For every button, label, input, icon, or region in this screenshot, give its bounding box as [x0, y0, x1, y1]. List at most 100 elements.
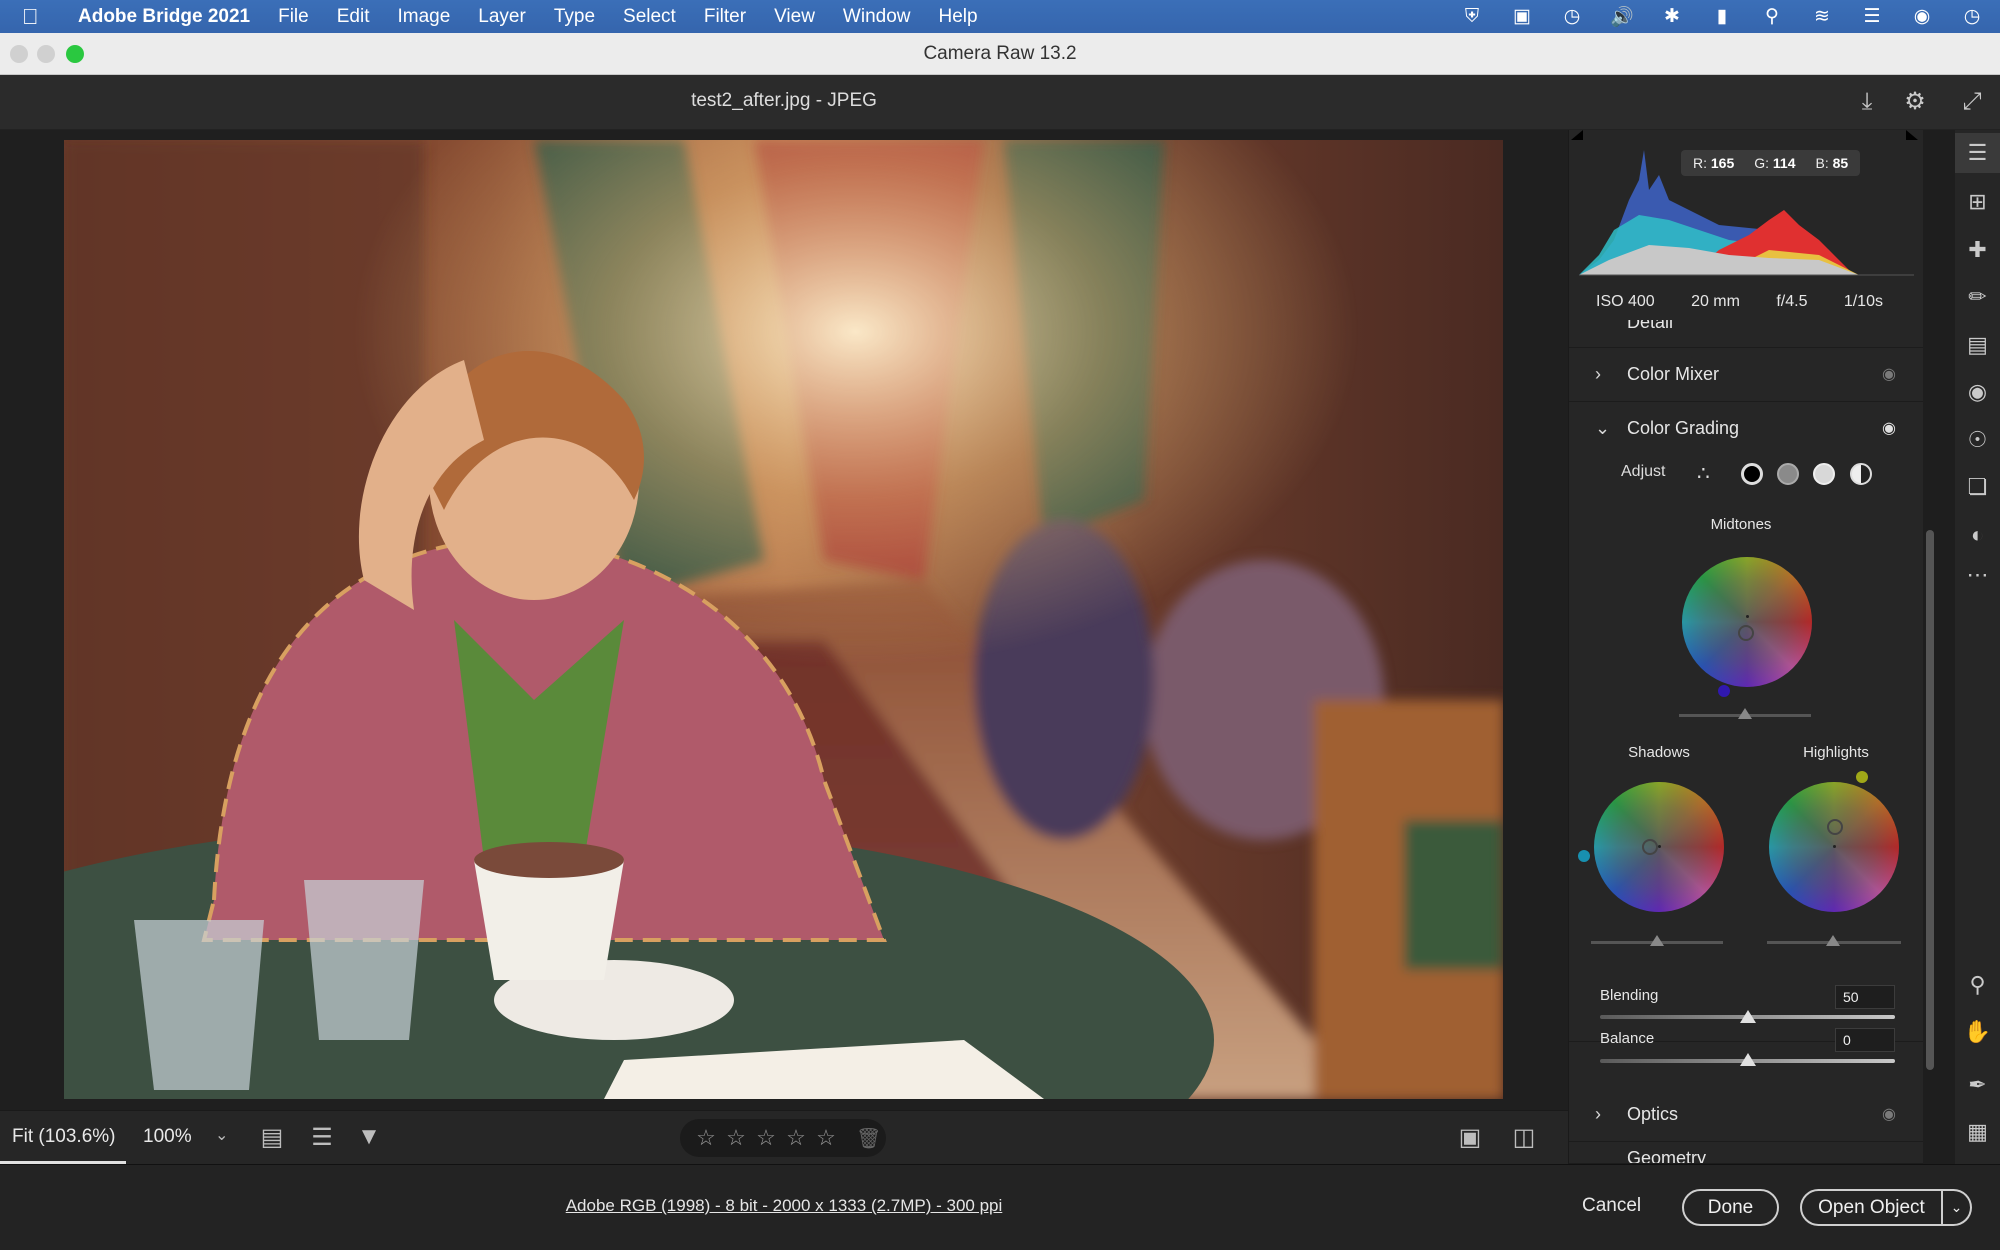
exif-info: ISO 400 20 mm f/4.5 1/10s: [1569, 293, 1909, 311]
menu-type[interactable]: Type: [554, 6, 595, 28]
color-sampler-icon[interactable]: ✒: [1955, 1065, 2000, 1105]
spotlight-icon[interactable]: ⚲: [1760, 5, 1784, 28]
time-machine-icon[interactable]: ◷: [1560, 5, 1584, 28]
menu-filter[interactable]: Filter: [704, 6, 746, 28]
filter-icon[interactable]: ▼: [353, 1123, 385, 1151]
shadows-label: Shadows: [1628, 744, 1690, 761]
crop-icon[interactable]: ⊞: [1955, 182, 2000, 222]
window-title-bar: Camera Raw 13.2: [0, 33, 2000, 75]
open-object-button[interactable]: Open Object: [1800, 1189, 1943, 1226]
shadows-tone-button[interactable]: [1741, 463, 1763, 485]
red-eye-icon[interactable]: ☉: [1955, 420, 2000, 460]
sort-icon[interactable]: ☰: [306, 1123, 338, 1152]
shadows-hue-dot[interactable]: [1578, 850, 1590, 862]
done-button[interactable]: Done: [1682, 1189, 1779, 1226]
shadows-luminance-thumb[interactable]: [1650, 935, 1664, 946]
linear-gradient-icon[interactable]: ▤: [1955, 325, 2000, 365]
shield-icon[interactable]: ⛨: [1460, 6, 1484, 28]
menu-window[interactable]: Window: [843, 6, 911, 28]
radial-gradient-icon[interactable]: ◉: [1955, 372, 2000, 412]
wifi-icon[interactable]: ≋: [1810, 5, 1834, 28]
highlights-hue-dot[interactable]: [1856, 771, 1868, 783]
battery-icon[interactable]: ▮: [1710, 5, 1734, 28]
geometry-section-partial[interactable]: Geometry: [1569, 1142, 1923, 1164]
visibility-eye-icon[interactable]: ◉: [1882, 364, 1896, 384]
detail-section-partial[interactable]: Detail: [1569, 320, 1923, 348]
color-grading-label[interactable]: Color Grading: [1627, 418, 1739, 439]
menu-layer[interactable]: Layer: [478, 6, 526, 28]
bluetooth-icon[interactable]: ✱: [1660, 5, 1684, 28]
color-mixer-label: Color Mixer: [1627, 364, 1720, 384]
blending-value-field[interactable]: 50: [1835, 985, 1895, 1009]
menu-select[interactable]: Select: [623, 6, 676, 28]
menu-image[interactable]: Image: [397, 6, 450, 28]
menu-file[interactable]: File: [278, 6, 309, 28]
panel-scrollbar[interactable]: [1926, 530, 1934, 1070]
midtones-color-wheel[interactable]: [1682, 557, 1812, 687]
highlights-color-wheel[interactable]: [1769, 782, 1899, 912]
grid-icon[interactable]: ▦: [1955, 1112, 2000, 1152]
balance-slider-thumb[interactable]: [1739, 1053, 1756, 1066]
highlight-clip-warning-icon[interactable]: [1906, 130, 1918, 140]
highlights-luminance-thumb[interactable]: [1826, 935, 1840, 946]
rating-star-5[interactable]: ☆: [814, 1125, 838, 1151]
visibility-eye-icon[interactable]: ◉: [1882, 1104, 1896, 1124]
siri-icon[interactable]: ◉: [1910, 5, 1934, 28]
midtones-wheel-handle[interactable]: [1738, 625, 1754, 641]
midtones-luminance-thumb[interactable]: [1738, 708, 1752, 719]
edit-sliders-icon[interactable]: ☰: [1955, 133, 2000, 173]
before-after-icon[interactable]: ◫: [1508, 1123, 1540, 1152]
highlights-tone-button[interactable]: [1813, 463, 1835, 485]
zoom-fit-button[interactable]: Fit (103.6%): [12, 1126, 115, 1148]
app-name-menu[interactable]: Adobe Bridge 2021: [78, 6, 250, 28]
healing-icon[interactable]: ✚: [1955, 230, 2000, 270]
color-mixer-section[interactable]: › Color Mixer ◉: [1569, 348, 1923, 402]
single-view-icon[interactable]: ▣: [1454, 1123, 1486, 1152]
cast-icon[interactable]: ▣: [1510, 5, 1534, 28]
midtones-hue-dot[interactable]: [1718, 685, 1730, 697]
rating-star-2[interactable]: ☆: [724, 1125, 748, 1151]
settings-gear-icon[interactable]: ⚙: [1900, 87, 1930, 117]
zoom-100-button[interactable]: 100%: [143, 1126, 192, 1148]
shadows-color-wheel[interactable]: [1594, 782, 1724, 912]
highlights-wheel-handle[interactable]: [1827, 819, 1843, 835]
fullscreen-icon[interactable]: ⤢: [1957, 87, 1987, 117]
rating-bar: ☆ ☆ ☆ ☆ ☆ 🗑: [680, 1119, 886, 1157]
global-tone-button[interactable]: [1850, 463, 1872, 485]
more-icon[interactable]: ⋯: [1955, 555, 2000, 595]
zoom-icon[interactable]: ⚲: [1955, 965, 2000, 1005]
chevron-down-icon[interactable]: ⌄: [1595, 418, 1610, 439]
workflow-options-link[interactable]: Adobe RGB (1998) - 8 bit - 2000 x 1333 (…: [0, 1196, 1568, 1216]
open-options-chevron-icon[interactable]: ⌄: [1942, 1189, 1972, 1226]
rating-star-4[interactable]: ☆: [784, 1125, 808, 1151]
brush-icon[interactable]: ✏: [1955, 277, 2000, 317]
zoom-dropdown-chevron-icon[interactable]: ⌄: [215, 1125, 228, 1145]
histogram: R: 165 G: 114 B: 85 ISO 400 20 mm f/4.5 …: [1569, 130, 1923, 320]
save-image-icon[interactable]: ⤓: [1852, 87, 1882, 117]
visibility-eye-icon[interactable]: ◉: [1882, 418, 1896, 438]
three-way-icon[interactable]: ∴: [1697, 461, 1710, 486]
cancel-button[interactable]: Cancel: [1582, 1195, 1641, 1217]
shadow-clip-warning-icon[interactable]: [1571, 130, 1583, 140]
blending-slider-thumb[interactable]: [1739, 1010, 1756, 1023]
control-center-icon[interactable]: ☰: [1860, 5, 1884, 28]
menu-view[interactable]: View: [774, 6, 815, 28]
apple-icon[interactable]: : [22, 4, 60, 30]
filmstrip-icon[interactable]: ▤: [256, 1123, 288, 1152]
midtones-tone-button[interactable]: [1777, 463, 1799, 485]
menu-edit[interactable]: Edit: [337, 6, 370, 28]
hand-icon[interactable]: ✋: [1955, 1012, 2000, 1052]
preview-photo[interactable]: [64, 140, 1503, 1099]
trash-icon[interactable]: 🗑: [856, 1126, 881, 1151]
rating-star-3[interactable]: ☆: [754, 1125, 778, 1151]
optics-section[interactable]: › Optics ◉: [1569, 1088, 1923, 1142]
balance-value-field[interactable]: 0: [1835, 1028, 1895, 1052]
presets-icon[interactable]: ◐: [1955, 515, 2000, 555]
shadows-wheel-handle[interactable]: [1642, 839, 1658, 855]
rating-star-1[interactable]: ☆: [694, 1125, 718, 1151]
clock-icon[interactable]: ◷: [1960, 5, 1984, 28]
snapshots-icon[interactable]: ❏: [1955, 467, 2000, 507]
volume-icon[interactable]: 🔊: [1610, 5, 1634, 29]
app-root:  Adobe Bridge 2021 File Edit Image Laye…: [0, 0, 2000, 1250]
menu-help[interactable]: Help: [939, 6, 978, 28]
